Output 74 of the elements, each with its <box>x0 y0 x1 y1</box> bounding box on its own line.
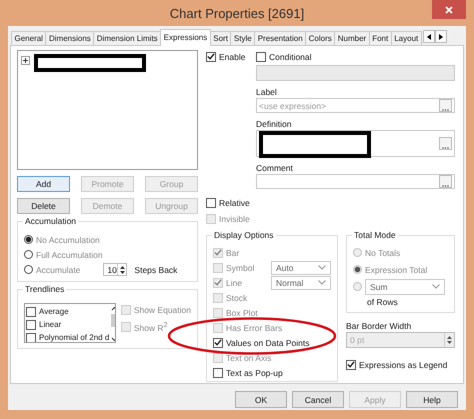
button[interactable]: Help <box>406 391 458 408</box>
scroll-left-button[interactable] <box>422 30 435 43</box>
label-field[interactable]: <use expression> <box>256 98 455 113</box>
tab[interactable]: General <box>11 31 46 45</box>
comment-field[interactable] <box>256 174 455 189</box>
scroll-right-button[interactable] <box>434 30 447 43</box>
checkbox[interactable] <box>26 332 36 342</box>
checkbox-label: Stock <box>226 292 248 302</box>
radio-label: No Accumulation <box>36 234 100 244</box>
left-arrow-icon <box>426 34 431 40</box>
field-label: Bar Border Width <box>346 321 412 331</box>
text-input[interactable]: <use expression> <box>259 100 409 110</box>
expand-icon[interactable] <box>21 56 30 65</box>
checkbox-label: Has Error Bars <box>226 322 282 332</box>
list-item-label: Linear <box>39 320 62 329</box>
checkbox-label: Conditional <box>269 52 312 62</box>
radio-label: No Totals <box>365 248 400 258</box>
condition-field[interactable] <box>256 65 455 81</box>
group-title: Total Mode <box>352 230 398 240</box>
checkbox[interactable] <box>256 52 266 62</box>
expression-tree[interactable] <box>17 50 198 170</box>
checkbox-label: Text on Axis <box>226 352 272 362</box>
steps-label: Steps Back <box>134 264 178 274</box>
steps-spinner[interactable]: 10 <box>103 263 128 276</box>
checkbox[interactable] <box>213 368 223 378</box>
tab[interactable]: Style <box>230 31 256 45</box>
checkbox-label: Box Plot <box>226 308 258 318</box>
field-label: Definition <box>256 119 292 129</box>
checkbox[interactable] <box>26 306 36 316</box>
button[interactable]: Add <box>17 176 70 192</box>
radio-button[interactable] <box>24 235 33 244</box>
radio-label: Full Accumulation <box>36 250 103 260</box>
checkbox-label: Enable <box>219 52 246 62</box>
list-item-label: Average <box>39 307 69 316</box>
checkbox-label: Values on Data Points <box>226 338 310 348</box>
trendline-list[interactable]: Average Linear Polynomial of 2nd d <box>24 303 116 343</box>
checkbox-label: Invisible <box>219 214 250 224</box>
group-title: Accumulation <box>23 216 78 226</box>
button[interactable]: Cancel <box>292 391 344 408</box>
checkbox-label: Show Equation <box>134 304 191 314</box>
checkbox[interactable] <box>346 360 356 370</box>
group-title: Trendlines <box>23 284 66 294</box>
field-label: Comment <box>256 163 294 173</box>
radio-button[interactable] <box>24 265 33 274</box>
button[interactable]: OK <box>235 391 287 408</box>
checkbox[interactable] <box>206 52 216 62</box>
radio-label: Expression Total <box>365 264 428 274</box>
radio-label: of Rows <box>367 297 399 307</box>
radio-button[interactable] <box>24 250 33 259</box>
checkbox-label: Symbol <box>226 262 254 272</box>
group-title: Display Options <box>212 230 276 240</box>
checkbox[interactable] <box>213 338 223 348</box>
definition-field[interactable] <box>256 130 455 157</box>
right-arrow-icon <box>438 34 443 40</box>
checkbox-label: Show R$^{2}$ <box>134 320 168 332</box>
caret-icon <box>432 284 440 289</box>
checkbox-label: Line <box>226 278 242 288</box>
list-item-label: Polynomial of 2nd d <box>39 333 110 342</box>
checkbox[interactable] <box>26 320 36 330</box>
caret-icon <box>318 280 326 285</box>
close-icon <box>445 6 453 14</box>
checkbox-label: Bar <box>226 248 240 258</box>
button[interactable]: Delete <box>17 198 70 214</box>
field-label: Label <box>256 87 278 97</box>
tab[interactable]: Expressions <box>160 29 211 46</box>
tab[interactable]: Layout <box>390 31 422 45</box>
radio-label: Accumulate <box>36 264 80 274</box>
checkbox[interactable] <box>206 198 216 208</box>
caret-icon <box>318 265 326 270</box>
checkbox-label: Expressions as Legend <box>359 360 448 370</box>
checkbox-label: Text as Pop-up <box>226 368 283 378</box>
window-title: Chart Properties [2691] <box>170 6 304 20</box>
checkbox-label: Relative <box>219 198 250 208</box>
close-button[interactable] <box>432 0 466 19</box>
